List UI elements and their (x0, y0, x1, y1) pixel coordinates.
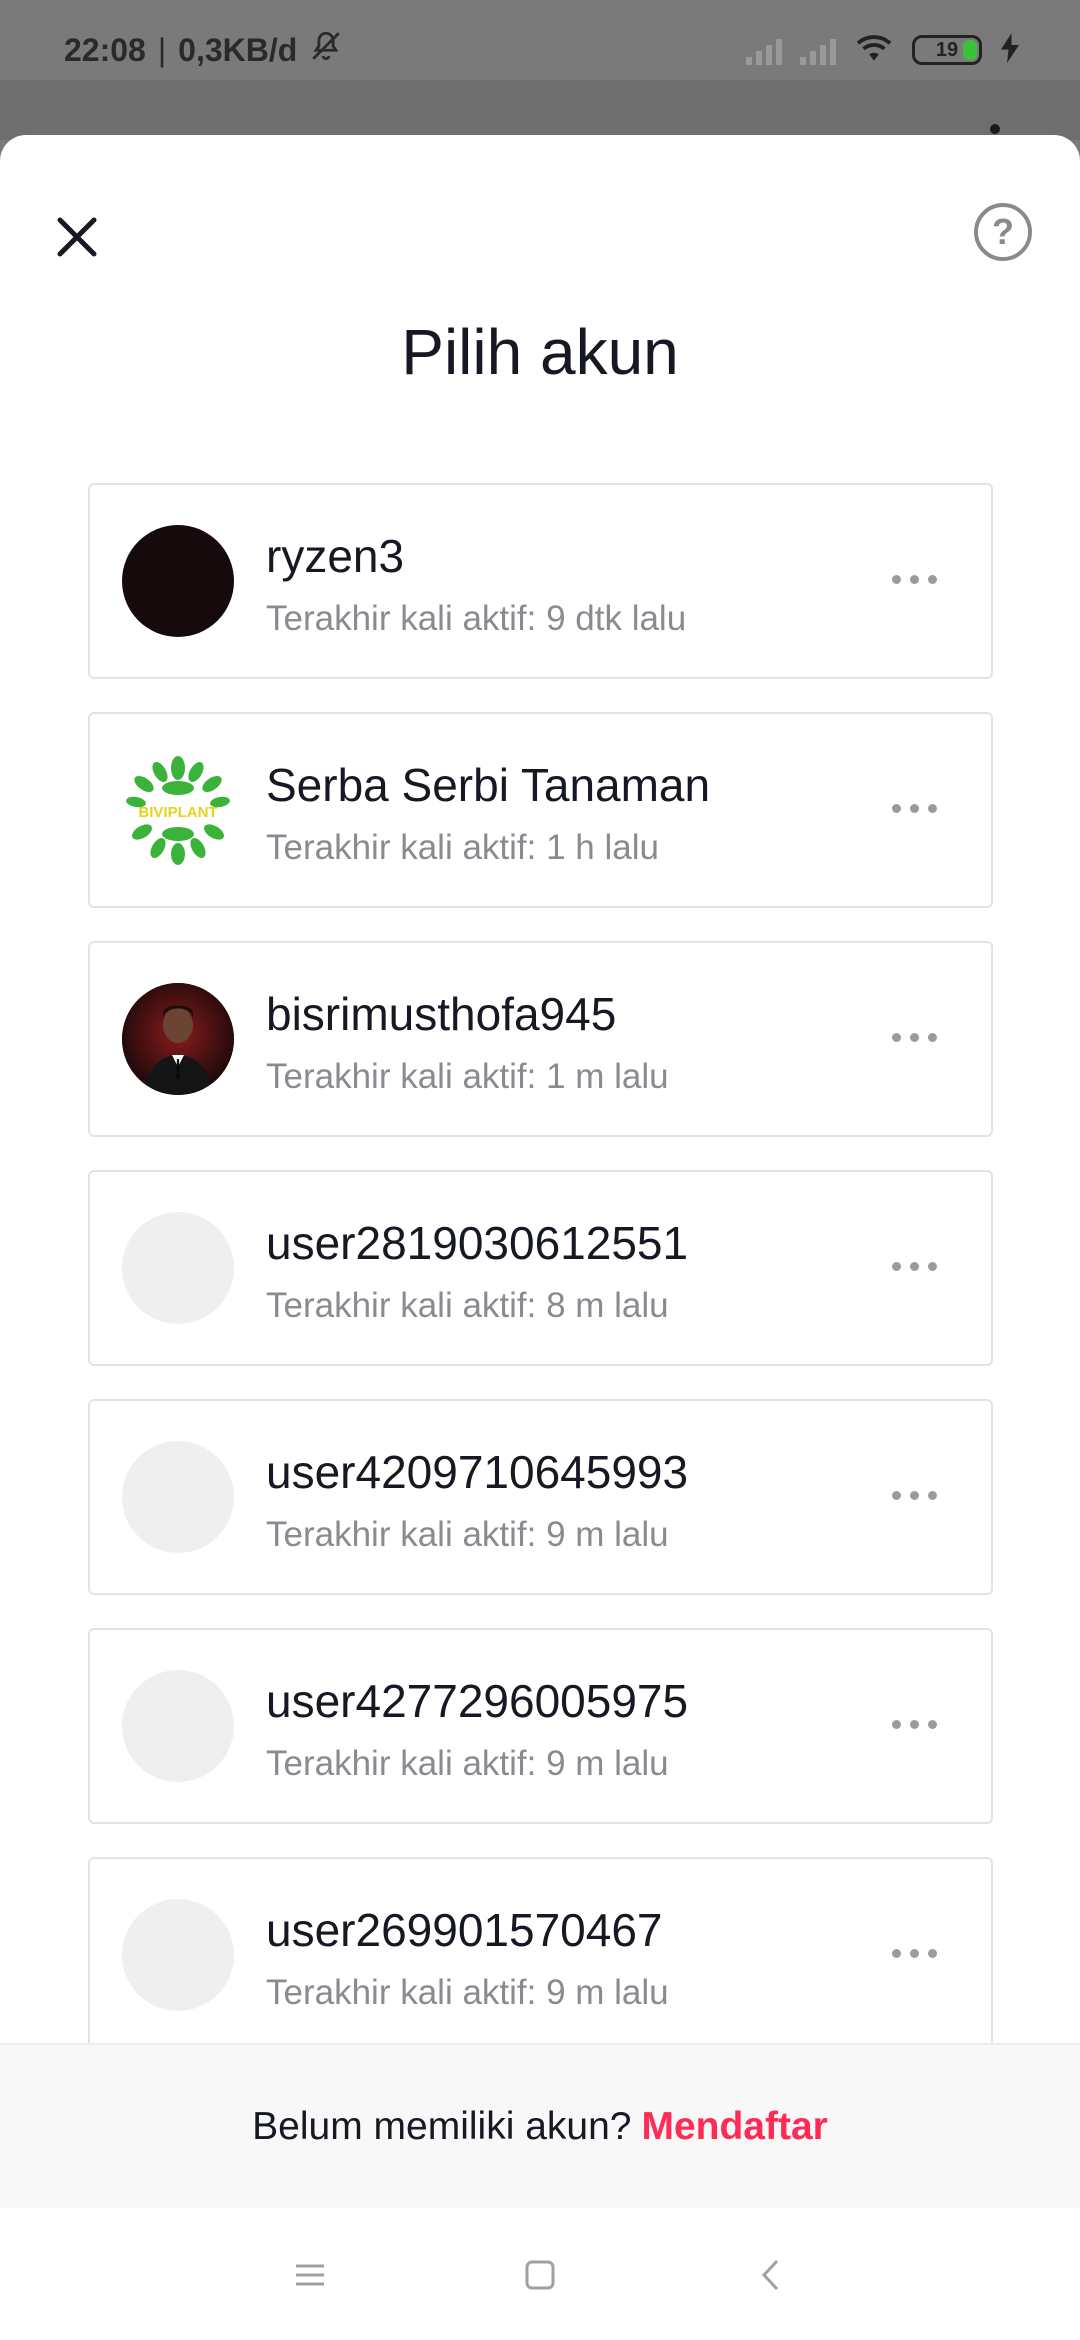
last-active: Terakhir kali aktif: 8 m lalu (266, 1286, 669, 1325)
status-left: 22:08 | 0,3KB/d (64, 29, 343, 71)
profile-photo (122, 983, 234, 1095)
status-right: 19 (746, 32, 1020, 69)
wifi-icon (854, 32, 894, 69)
last-active: Terakhir kali aktif: 9 m lalu (266, 1515, 669, 1554)
mute-icon (309, 29, 343, 71)
background-more-icon (990, 124, 1000, 134)
status-separator: | (157, 31, 167, 68)
menu-button[interactable] (290, 2255, 330, 2295)
account-name: user4209710645993 (266, 1446, 689, 1498)
back-button[interactable] (750, 2255, 790, 2295)
signup-footer: Belum memiliki akun? Mendaftar (0, 2043, 1080, 2208)
signal-icon (746, 35, 782, 65)
account-list: ryzen3 Terakhir kali aktif: 9 dtk lalu B… (88, 483, 993, 2086)
account-name: user4277296005975 (266, 1675, 689, 1727)
avatar (122, 1441, 234, 1553)
status-time: 22:08 (64, 31, 146, 68)
screen: 22:08 | 0,3KB/d 19 ? Pilih akun ryzen3 T… (0, 0, 1080, 2340)
last-active: Terakhir kali aktif: 1 h lalu (266, 828, 659, 867)
charging-icon (1000, 32, 1020, 68)
account-name: user269901570467 (266, 1904, 663, 1956)
close-button[interactable] (50, 210, 104, 264)
avatar (122, 1212, 234, 1324)
signup-link[interactable]: Mendaftar (641, 2105, 827, 2149)
last-active: Terakhir kali aktif: 1 m lalu (266, 1057, 669, 1096)
help-icon: ? (992, 211, 1014, 252)
account-name: bisrimusthofa945 (266, 988, 617, 1040)
more-options-button[interactable] (888, 1029, 941, 1046)
more-options-button[interactable] (888, 1945, 941, 1962)
avatar (122, 1670, 234, 1782)
account-name: Serba Serbi Tanaman (266, 759, 711, 811)
help-button[interactable]: ? (974, 203, 1032, 261)
account-item-serba-serbi-tanaman[interactable]: BIVIPLANT Serba Serbi Tanaman Terakhir k… (88, 712, 993, 908)
more-options-button[interactable] (888, 1487, 941, 1504)
account-item-user4277296005975[interactable]: user4277296005975 Terakhir kali aktif: 9… (88, 1628, 993, 1824)
last-active: Terakhir kali aktif: 9 m lalu (266, 1973, 669, 2012)
signal-icon (800, 35, 836, 65)
battery-level: 19 (935, 38, 959, 61)
avatar (122, 983, 234, 1095)
system-nav-bar (0, 2210, 1080, 2340)
menu-icon (296, 2264, 324, 2286)
background-app-bar (0, 80, 1080, 140)
more-options-button[interactable] (888, 1258, 941, 1275)
avatar: BIVIPLANT (122, 754, 234, 866)
close-icon (57, 217, 97, 257)
account-item-user2819030612551[interactable]: user2819030612551 Terakhir kali aktif: 8… (88, 1170, 993, 1366)
last-active: Terakhir kali aktif: 9 dtk lalu (266, 599, 687, 638)
back-icon (761, 2259, 779, 2291)
more-options-button[interactable] (888, 800, 941, 817)
home-icon (525, 2260, 555, 2290)
plant-logo: BIVIPLANT (126, 756, 230, 865)
battery-icon: 19 (912, 35, 982, 65)
network-speed: 0,3KB/d (178, 31, 298, 68)
more-options-button[interactable] (888, 1716, 941, 1733)
account-name: user2819030612551 (266, 1217, 689, 1269)
last-active: Terakhir kali aktif: 9 m lalu (266, 1744, 669, 1783)
signup-prompt: Belum memiliki akun? (252, 2104, 632, 2148)
avatar (122, 1899, 234, 2011)
avatar (122, 525, 234, 637)
page-title: Pilih akun (401, 316, 679, 388)
account-picker-sheet: ? Pilih akun ryzen3 Terakhir kali aktif:… (0, 135, 1080, 2340)
account-item-user269901570467[interactable]: user269901570467 Terakhir kali aktif: 9 … (88, 1857, 993, 2053)
home-button[interactable] (520, 2255, 560, 2295)
account-item-bisrimusthofa945[interactable]: bisrimusthofa945 Terakhir kali aktif: 1 … (88, 941, 993, 1137)
more-options-button[interactable] (888, 571, 941, 588)
account-item-user4209710645993[interactable]: user4209710645993 Terakhir kali aktif: 9… (88, 1399, 993, 1595)
svg-text:BIVIPLANT: BIVIPLANT (138, 804, 217, 821)
account-item-ryzen3[interactable]: ryzen3 Terakhir kali aktif: 9 dtk lalu (88, 483, 993, 679)
account-name: ryzen3 (266, 530, 405, 582)
